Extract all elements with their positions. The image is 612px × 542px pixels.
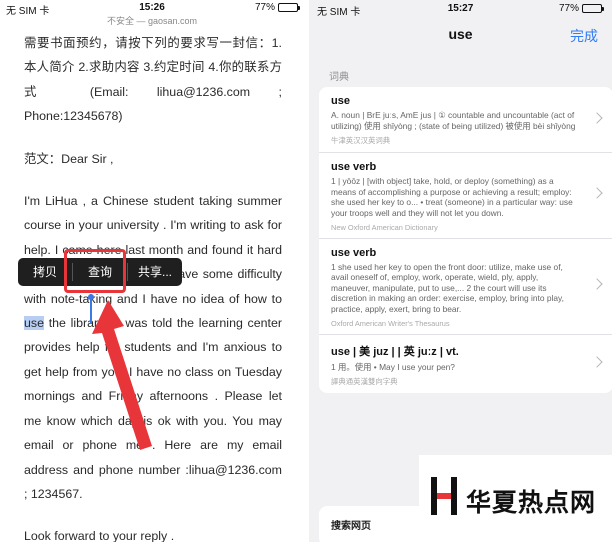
- watermark-text: 华夏热点网: [466, 489, 597, 517]
- page-title: use: [448, 26, 473, 42]
- entry-source: New Oxford American Dictionary: [331, 222, 438, 232]
- selected-word[interactable]: use: [24, 316, 44, 331]
- selection-handle-bar: [90, 298, 92, 324]
- url-bar[interactable]: 不安全 — gaosan.com: [0, 14, 304, 28]
- dictionary-list: use A. noun | BrE juːs, AmE jus | ① coun…: [319, 87, 612, 394]
- battery-percent: 77%: [254, 2, 275, 13]
- left-phone-screen: 无 SIM 卡 15:26 77% 不安全 — gaosan.com 需要书面预…: [0, 0, 304, 542]
- selection-handle-end[interactable]: [107, 322, 113, 328]
- section-label-dictionary: 词典: [329, 72, 349, 83]
- selection-handle-start[interactable]: [88, 294, 94, 300]
- battery-icon: [278, 3, 300, 12]
- status-bar: 无 SIM 卡 15:27 77%: [309, 0, 612, 18]
- done-button[interactable]: 完成: [570, 26, 598, 46]
- chevron-right-icon: [591, 187, 603, 200]
- entry-headword: use verb: [331, 246, 377, 259]
- site-watermark: 华夏热点网: [419, 455, 612, 542]
- battery-icon: [582, 4, 604, 13]
- article-text: 需要书面预约，请按下列的要求写一封信：1.本人简介 2.求助内容 3.约定时间 …: [24, 31, 282, 542]
- battery-indicator: 77%: [558, 3, 604, 14]
- entry-headword: use: [331, 95, 350, 107]
- site-logo-icon: [431, 477, 457, 515]
- share-button[interactable]: 共享...: [128, 258, 182, 286]
- body-text-end: the library . I was told the learning ce…: [24, 316, 282, 501]
- paragraph-closing: Look forward to your reply .: [24, 529, 175, 542]
- annotation-highlight-box: [64, 249, 126, 293]
- search-web-label: 搜索网页: [331, 521, 371, 532]
- entry-definition: 1 she used her key to open the front doo…: [331, 261, 564, 314]
- nav-bar: use 完成: [309, 18, 612, 52]
- dictionary-entry[interactable]: use | 美 juz | | 英 juːz | vt. 1 用。使用 • Ma…: [319, 335, 612, 394]
- battery-indicator: 77%: [254, 2, 300, 13]
- entry-headword: use | 美 juz | | 英 juːz | vt.: [331, 345, 459, 358]
- entry-headword: use verb: [331, 161, 377, 174]
- entry-source: 譯典通英漢雙向字典: [331, 377, 398, 387]
- entry-source: 牛津英汉汉英词典: [331, 136, 391, 146]
- paragraph-salutation: 范文：Dear Sir ,: [24, 151, 114, 166]
- dictionary-entry[interactable]: use verb 1 she used her key to open the …: [319, 239, 612, 335]
- battery-percent: 77%: [558, 3, 579, 14]
- chevron-right-icon: [591, 356, 603, 368]
- paragraph-intro: 需要书面预约，请按下列的要求写一封信：1.本人简介 2.求助内容 3.约定时间 …: [24, 36, 282, 124]
- dictionary-entry[interactable]: use A. noun | BrE juːs, AmE jus | ① coun…: [319, 87, 612, 154]
- entry-definition: 1 用。使用 • May I use your pen?: [331, 361, 455, 372]
- entry-definition: A. noun | BrE juːs, AmE jus | ① countabl…: [331, 110, 576, 131]
- entry-definition: 1 | yōōz | [with object] take, hold, or …: [331, 176, 573, 218]
- chevron-right-icon: [591, 278, 603, 290]
- body-text-start: I'm LiHua , a Chinese student taking sum…: [24, 194, 282, 306]
- paragraph-body: I'm LiHua , a Chinese student taking sum…: [24, 189, 282, 506]
- entry-source: Oxford American Writer's Thesaurus: [331, 318, 450, 328]
- chevron-right-icon: [591, 111, 603, 124]
- dictionary-entry[interactable]: use verb 1 | yōōz | [with object] take, …: [319, 153, 612, 239]
